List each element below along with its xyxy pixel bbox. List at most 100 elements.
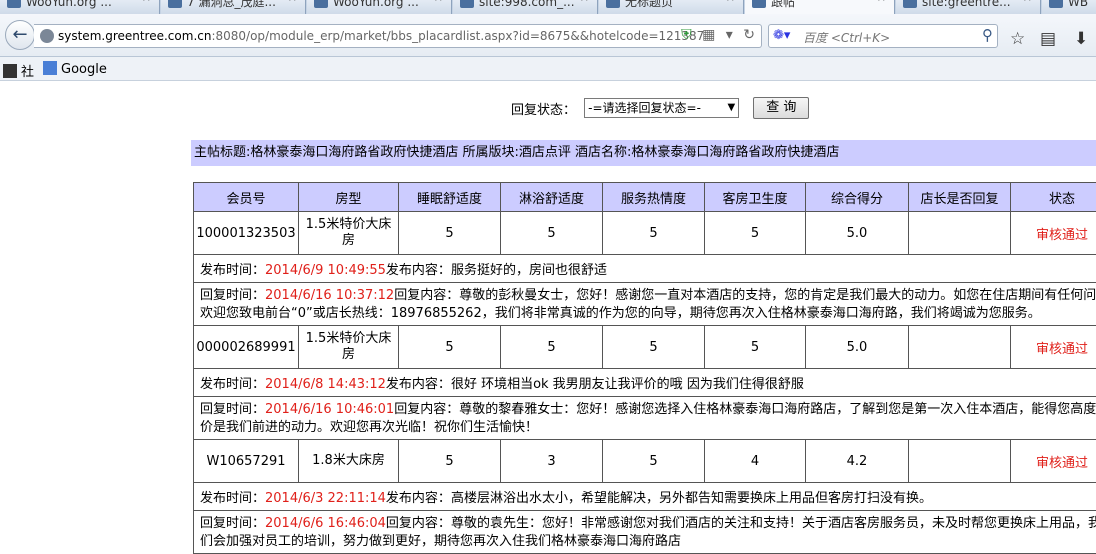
reply-info: 回复时间：2014/6/16 10:46:01回复内容：尊敬的黎春雅女士：您好！…	[194, 397, 1096, 440]
bookmark-item[interactable]: 社	[3, 61, 34, 80]
post-content-label: 发布内容：	[386, 263, 451, 278]
search-engine-icon[interactable]: ❁▾	[773, 28, 790, 43]
service-score: 5	[603, 440, 705, 483]
reply-content-label: 回复内容：	[394, 288, 459, 303]
reply-status-selected: -=请选择回复状态=-	[588, 101, 701, 115]
room-type: 1.5米特价大床房	[299, 326, 399, 369]
overall-score: 4.2	[806, 440, 909, 483]
status-link[interactable]: 审核通过	[1011, 326, 1096, 369]
site-favicon-icon	[903, 0, 917, 8]
post-info: 发布时间：2014/6/8 14:43:12发布内容：很好 环境相当ok 我男朋…	[194, 369, 1096, 397]
browser-tab[interactable]: 无标题页 ×	[599, 0, 744, 14]
manager-replied	[909, 440, 1011, 483]
browser-tab[interactable]: site:998.com_... ×	[453, 0, 598, 14]
post-content: 高楼层淋浴出水太小，希望能解决，另外都告知需要换床上用品但客房打扫没有换。	[451, 491, 932, 506]
reply-row: 回复时间：2014/6/16 10:46:01回复内容：尊敬的黎春雅女士：您好！…	[194, 397, 1096, 440]
column-header-score[interactable]: 综合得分	[806, 183, 909, 212]
reply-time: 2014/6/16 10:37:12	[265, 288, 394, 303]
post-time: 2014/6/3 22:11:14	[265, 491, 386, 506]
site-favicon-icon	[1049, 0, 1063, 8]
column-header-shower[interactable]: 淋浴舒适度	[501, 183, 603, 212]
reply-time: 2014/6/6 16:46:04	[265, 516, 386, 531]
tab-label: WooYun.org ...	[26, 0, 112, 9]
column-header-cleanliness[interactable]: 客房卫生度	[705, 183, 806, 212]
browser-tab[interactable]: site:greentre... ×	[896, 0, 1041, 14]
browser-tab[interactable]: WooYun.org ... ×	[307, 0, 452, 14]
search-input[interactable]: 百度 <Ctrl+K>	[803, 29, 890, 46]
site-favicon-icon	[606, 0, 620, 8]
site-favicon-icon	[168, 0, 182, 8]
status-link[interactable]: 审核通过	[1011, 440, 1096, 483]
room-type: 1.8米大床房	[299, 440, 399, 483]
reply-status-label: 回复状态：	[511, 99, 576, 118]
download-icon[interactable]: ⬇	[1074, 29, 1088, 49]
sleep-score: 5	[399, 212, 501, 255]
browser-tab-strip: WooYun.org ... × 7 漏洞总_茂庭... × WooYun.or…	[0, 0, 1096, 14]
shower-score: 3	[501, 440, 603, 483]
overall-score: 5.0	[806, 212, 909, 255]
tab-label: 跟帖	[771, 0, 795, 9]
google-icon	[43, 61, 57, 75]
column-header-room-type[interactable]: 房型	[299, 183, 399, 212]
status-link[interactable]: 审核通过	[1011, 212, 1096, 255]
search-bar[interactable]: ❁▾ 百度 <Ctrl+K> ⚲	[768, 24, 998, 48]
url-text[interactable]: system.greentree.com.cn:8080/op/module_e…	[58, 29, 704, 43]
reply-row: 回复时间：2014/6/16 10:37:12回复内容：尊敬的彭秋曼女士，您好！…	[194, 283, 1096, 326]
column-header-member[interactable]: 会员号	[194, 183, 299, 212]
back-button[interactable]: ←	[5, 20, 35, 50]
query-button[interactable]: 查 询	[753, 97, 809, 119]
post-content: 很好 环境相当ok 我男朋友让我评价的哦 因为我们住得很舒服	[451, 377, 804, 392]
column-header-status[interactable]: 状态	[1011, 183, 1096, 212]
page-content: 回复状态： -=请选择回复状态=- ▼ 查 询 主帖标题:格林豪泰海口海府路省政…	[0, 82, 1096, 540]
post-time-label: 发布时间：	[200, 263, 265, 278]
cleanliness-score: 5	[705, 212, 806, 255]
tab-label: site:greentre...	[922, 0, 1011, 9]
dropdown-arrow-icon[interactable]: ▾	[726, 27, 733, 43]
reply-status-filter: 回复状态： -=请选择回复状态=- ▼ 查 询	[511, 97, 809, 119]
cleanliness-score: 4	[705, 440, 806, 483]
column-header-service[interactable]: 服务热情度	[603, 183, 705, 212]
browser-tab-active[interactable]: 跟帖 ×	[745, 0, 895, 14]
member-id: W10657291	[194, 440, 299, 483]
post-content-label: 发布内容：	[386, 491, 451, 506]
chevron-down-icon: ▼	[727, 99, 735, 117]
post-info: 发布时间：2014/6/9 10:49:55发布内容：服务挺好的，房间也很舒适	[194, 255, 1096, 283]
bookmarks-bar: 社 Google	[0, 57, 1096, 81]
globe-icon	[40, 29, 54, 43]
bookmark-item[interactable]: Google	[43, 61, 107, 77]
qr-code-icon[interactable]: ▦	[702, 27, 715, 43]
post-row: 发布时间：2014/6/8 14:43:12发布内容：很好 环境相当ok 我男朋…	[194, 369, 1096, 397]
site-favicon-icon	[460, 0, 474, 8]
search-icon[interactable]: ⚲	[982, 26, 993, 44]
column-header-sleep[interactable]: 睡眠舒适度	[399, 183, 501, 212]
address-bar[interactable]: system.greentree.com.cn:8080/op/module_e…	[34, 24, 762, 48]
bookmark-star-icon[interactable]: ☆	[1010, 29, 1025, 49]
post-time-label: 发布时间：	[200, 377, 265, 392]
browser-tab[interactable]: WB	[1042, 0, 1096, 14]
tab-label: WB	[1068, 0, 1088, 9]
table-row: W10657291 1.8米大床房 5 3 5 4 4.2 审核通过	[194, 440, 1096, 483]
reply-status-select[interactable]: -=请选择回复状态=- ▼	[584, 98, 739, 118]
bookmark-favicon-icon	[3, 64, 17, 78]
overall-score: 5.0	[806, 326, 909, 369]
browser-tab[interactable]: 7 漏洞总_茂庭... ×	[161, 0, 306, 14]
room-type: 1.5米特价大床房	[299, 212, 399, 255]
column-header-manager-replied[interactable]: 店长是否回复	[909, 183, 1011, 212]
tab-label: 7 漏洞总_茂庭...	[187, 0, 276, 9]
reading-list-icon[interactable]: ▤	[1040, 29, 1056, 49]
tab-label: 无标题页	[625, 0, 673, 9]
site-favicon-icon	[314, 0, 328, 8]
browser-tab[interactable]: WooYun.org ... ×	[0, 0, 160, 14]
reply-time-label: 回复时间：	[200, 402, 265, 417]
reply-content-label: 回复内容：	[386, 516, 451, 531]
thread-info: 主帖标题:格林豪泰海口海府路省政府快捷酒店 所属版块:酒店点评 酒店名称:格林豪…	[191, 140, 1096, 166]
shield-icon[interactable]: ⛨	[681, 27, 692, 43]
post-content: 服务挺好的，房间也很舒适	[451, 263, 607, 278]
reply-row: 回复时间：2014/6/6 16:46:04回复内容：尊敬的袁先生：您好！非常感…	[194, 511, 1096, 554]
reply-time-label: 回复时间：	[200, 288, 265, 303]
navigation-bar: ← system.greentree.com.cn:8080/op/module…	[0, 14, 1096, 57]
reply-time: 2014/6/16 10:46:01	[265, 402, 394, 417]
reload-icon[interactable]: ↻	[743, 27, 755, 43]
tab-label: site:998.com_...	[479, 0, 575, 9]
member-id: 000002689991	[194, 326, 299, 369]
